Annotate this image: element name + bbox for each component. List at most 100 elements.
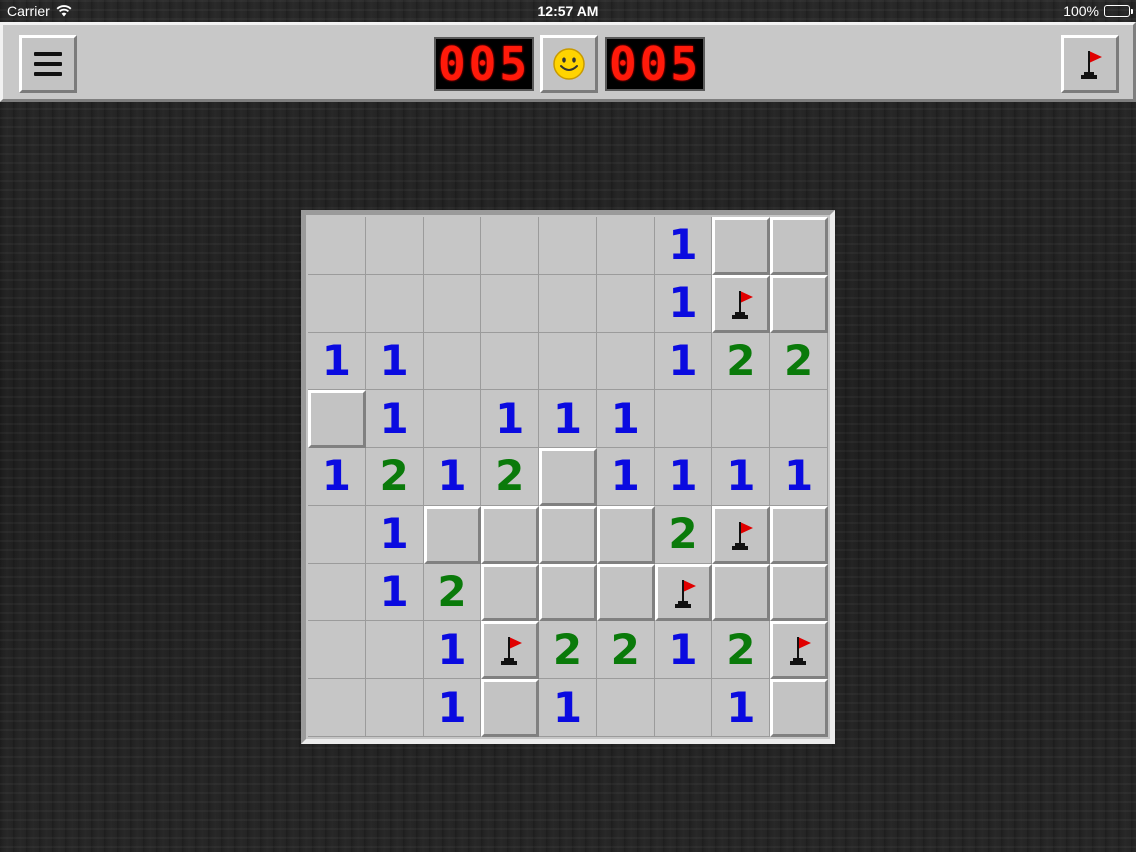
cell-flagged[interactable] bbox=[481, 621, 540, 680]
cell-number[interactable]: 1 bbox=[423, 448, 482, 506]
cell-empty[interactable] bbox=[308, 274, 366, 333]
cell-number[interactable]: 2 bbox=[770, 332, 828, 391]
cell-unrevealed[interactable] bbox=[481, 563, 540, 622]
cell-empty[interactable] bbox=[481, 217, 540, 275]
cell-unrevealed[interactable] bbox=[539, 448, 597, 506]
cell-empty[interactable] bbox=[365, 679, 424, 737]
cell-number[interactable]: 2 bbox=[712, 332, 771, 391]
cell-empty[interactable] bbox=[539, 217, 597, 275]
cell-number[interactable]: 1 bbox=[654, 274, 713, 333]
minefield-grid: 1111122111112121111121212212111 bbox=[308, 217, 828, 737]
cell-number[interactable]: 2 bbox=[654, 505, 713, 564]
cell-empty[interactable] bbox=[712, 390, 771, 449]
new-game-face-button[interactable] bbox=[540, 35, 598, 93]
hamburger-icon bbox=[34, 52, 62, 76]
cell-number[interactable]: 1 bbox=[365, 505, 424, 564]
cell-empty[interactable] bbox=[308, 217, 366, 275]
cell-empty[interactable] bbox=[539, 274, 597, 333]
cell-unrevealed[interactable] bbox=[308, 390, 366, 449]
cell-number[interactable]: 2 bbox=[365, 448, 424, 506]
menu-button[interactable] bbox=[19, 35, 77, 93]
cell-number[interactable]: 1 bbox=[539, 679, 597, 737]
cell-number[interactable]: 1 bbox=[365, 390, 424, 449]
cell-number[interactable]: 1 bbox=[539, 390, 597, 449]
cell-empty[interactable] bbox=[596, 679, 655, 737]
cell-number[interactable]: 1 bbox=[770, 448, 828, 506]
cell-number[interactable]: 1 bbox=[308, 332, 366, 391]
cell-number[interactable]: 1 bbox=[712, 679, 771, 737]
cell-empty[interactable] bbox=[423, 274, 482, 333]
cell-empty[interactable] bbox=[539, 332, 597, 391]
smiley-icon bbox=[553, 48, 585, 80]
flag-icon bbox=[732, 521, 754, 550]
flag-icon bbox=[674, 579, 696, 608]
cell-empty[interactable] bbox=[308, 505, 366, 564]
cell-unrevealed[interactable] bbox=[423, 505, 482, 564]
cell-number[interactable]: 1 bbox=[423, 621, 482, 680]
cell-empty[interactable] bbox=[308, 679, 366, 737]
battery-indicator: 100% bbox=[1063, 3, 1133, 19]
mine-counter: 005 bbox=[434, 37, 534, 91]
cell-flagged[interactable] bbox=[770, 621, 828, 680]
cell-empty[interactable] bbox=[654, 679, 713, 737]
cell-number[interactable]: 1 bbox=[596, 448, 655, 506]
flag-icon bbox=[1081, 51, 1102, 79]
flag-mode-button[interactable] bbox=[1061, 35, 1119, 93]
cell-number[interactable]: 1 bbox=[654, 448, 713, 506]
flag-icon bbox=[732, 290, 754, 319]
cell-empty[interactable] bbox=[481, 332, 540, 391]
cell-number[interactable]: 1 bbox=[654, 621, 713, 680]
cell-empty[interactable] bbox=[596, 332, 655, 391]
cell-unrevealed[interactable] bbox=[596, 563, 655, 622]
cell-number[interactable]: 2 bbox=[539, 621, 597, 680]
cell-number[interactable]: 1 bbox=[654, 217, 713, 275]
cell-number[interactable]: 1 bbox=[423, 679, 482, 737]
cell-number[interactable]: 1 bbox=[654, 332, 713, 391]
cell-empty[interactable] bbox=[654, 390, 713, 449]
cell-unrevealed[interactable] bbox=[596, 505, 655, 564]
cell-empty[interactable] bbox=[365, 621, 424, 680]
cell-empty[interactable] bbox=[596, 217, 655, 275]
cell-number[interactable]: 2 bbox=[712, 621, 771, 680]
cell-number[interactable]: 2 bbox=[481, 448, 540, 506]
cell-number[interactable]: 1 bbox=[365, 563, 424, 622]
cell-empty[interactable] bbox=[308, 621, 366, 680]
cell-unrevealed[interactable] bbox=[481, 505, 540, 564]
timer-display: 005 bbox=[605, 37, 705, 91]
cell-empty[interactable] bbox=[365, 217, 424, 275]
cell-flagged[interactable] bbox=[654, 563, 713, 622]
cell-number[interactable]: 1 bbox=[308, 448, 366, 506]
cell-number[interactable]: 1 bbox=[596, 390, 655, 449]
cell-empty[interactable] bbox=[423, 332, 482, 391]
cell-unrevealed[interactable] bbox=[770, 505, 828, 564]
cell-unrevealed[interactable] bbox=[539, 505, 597, 564]
cell-empty[interactable] bbox=[481, 274, 540, 333]
cell-empty[interactable] bbox=[596, 274, 655, 333]
cell-unrevealed[interactable] bbox=[539, 563, 597, 622]
flag-icon bbox=[501, 637, 523, 666]
cell-empty[interactable] bbox=[423, 217, 482, 275]
cell-unrevealed[interactable] bbox=[770, 563, 828, 622]
cell-unrevealed[interactable] bbox=[770, 679, 828, 737]
cell-number[interactable]: 1 bbox=[712, 448, 771, 506]
cell-unrevealed[interactable] bbox=[712, 563, 771, 622]
minefield-board: 1111122111112121111121212212111 bbox=[301, 210, 835, 744]
battery-icon bbox=[1104, 5, 1133, 17]
cell-unrevealed[interactable] bbox=[712, 217, 771, 275]
cell-unrevealed[interactable] bbox=[770, 274, 828, 333]
cell-unrevealed[interactable] bbox=[770, 217, 828, 275]
cell-empty[interactable] bbox=[770, 390, 828, 449]
cell-unrevealed[interactable] bbox=[481, 679, 540, 737]
cell-flagged[interactable] bbox=[712, 274, 771, 333]
cell-empty[interactable] bbox=[308, 563, 366, 622]
cell-number[interactable]: 2 bbox=[596, 621, 655, 680]
cell-number[interactable]: 2 bbox=[423, 563, 482, 622]
cell-number[interactable]: 1 bbox=[365, 332, 424, 391]
cell-empty[interactable] bbox=[365, 274, 424, 333]
status-bar: Carrier 12:57 AM 100% bbox=[0, 0, 1136, 22]
cell-number[interactable]: 1 bbox=[481, 390, 540, 449]
cell-flagged[interactable] bbox=[712, 505, 771, 564]
battery-percent: 100% bbox=[1063, 3, 1099, 19]
game-toolbar: 005 005 bbox=[0, 22, 1136, 102]
cell-empty[interactable] bbox=[423, 390, 482, 449]
